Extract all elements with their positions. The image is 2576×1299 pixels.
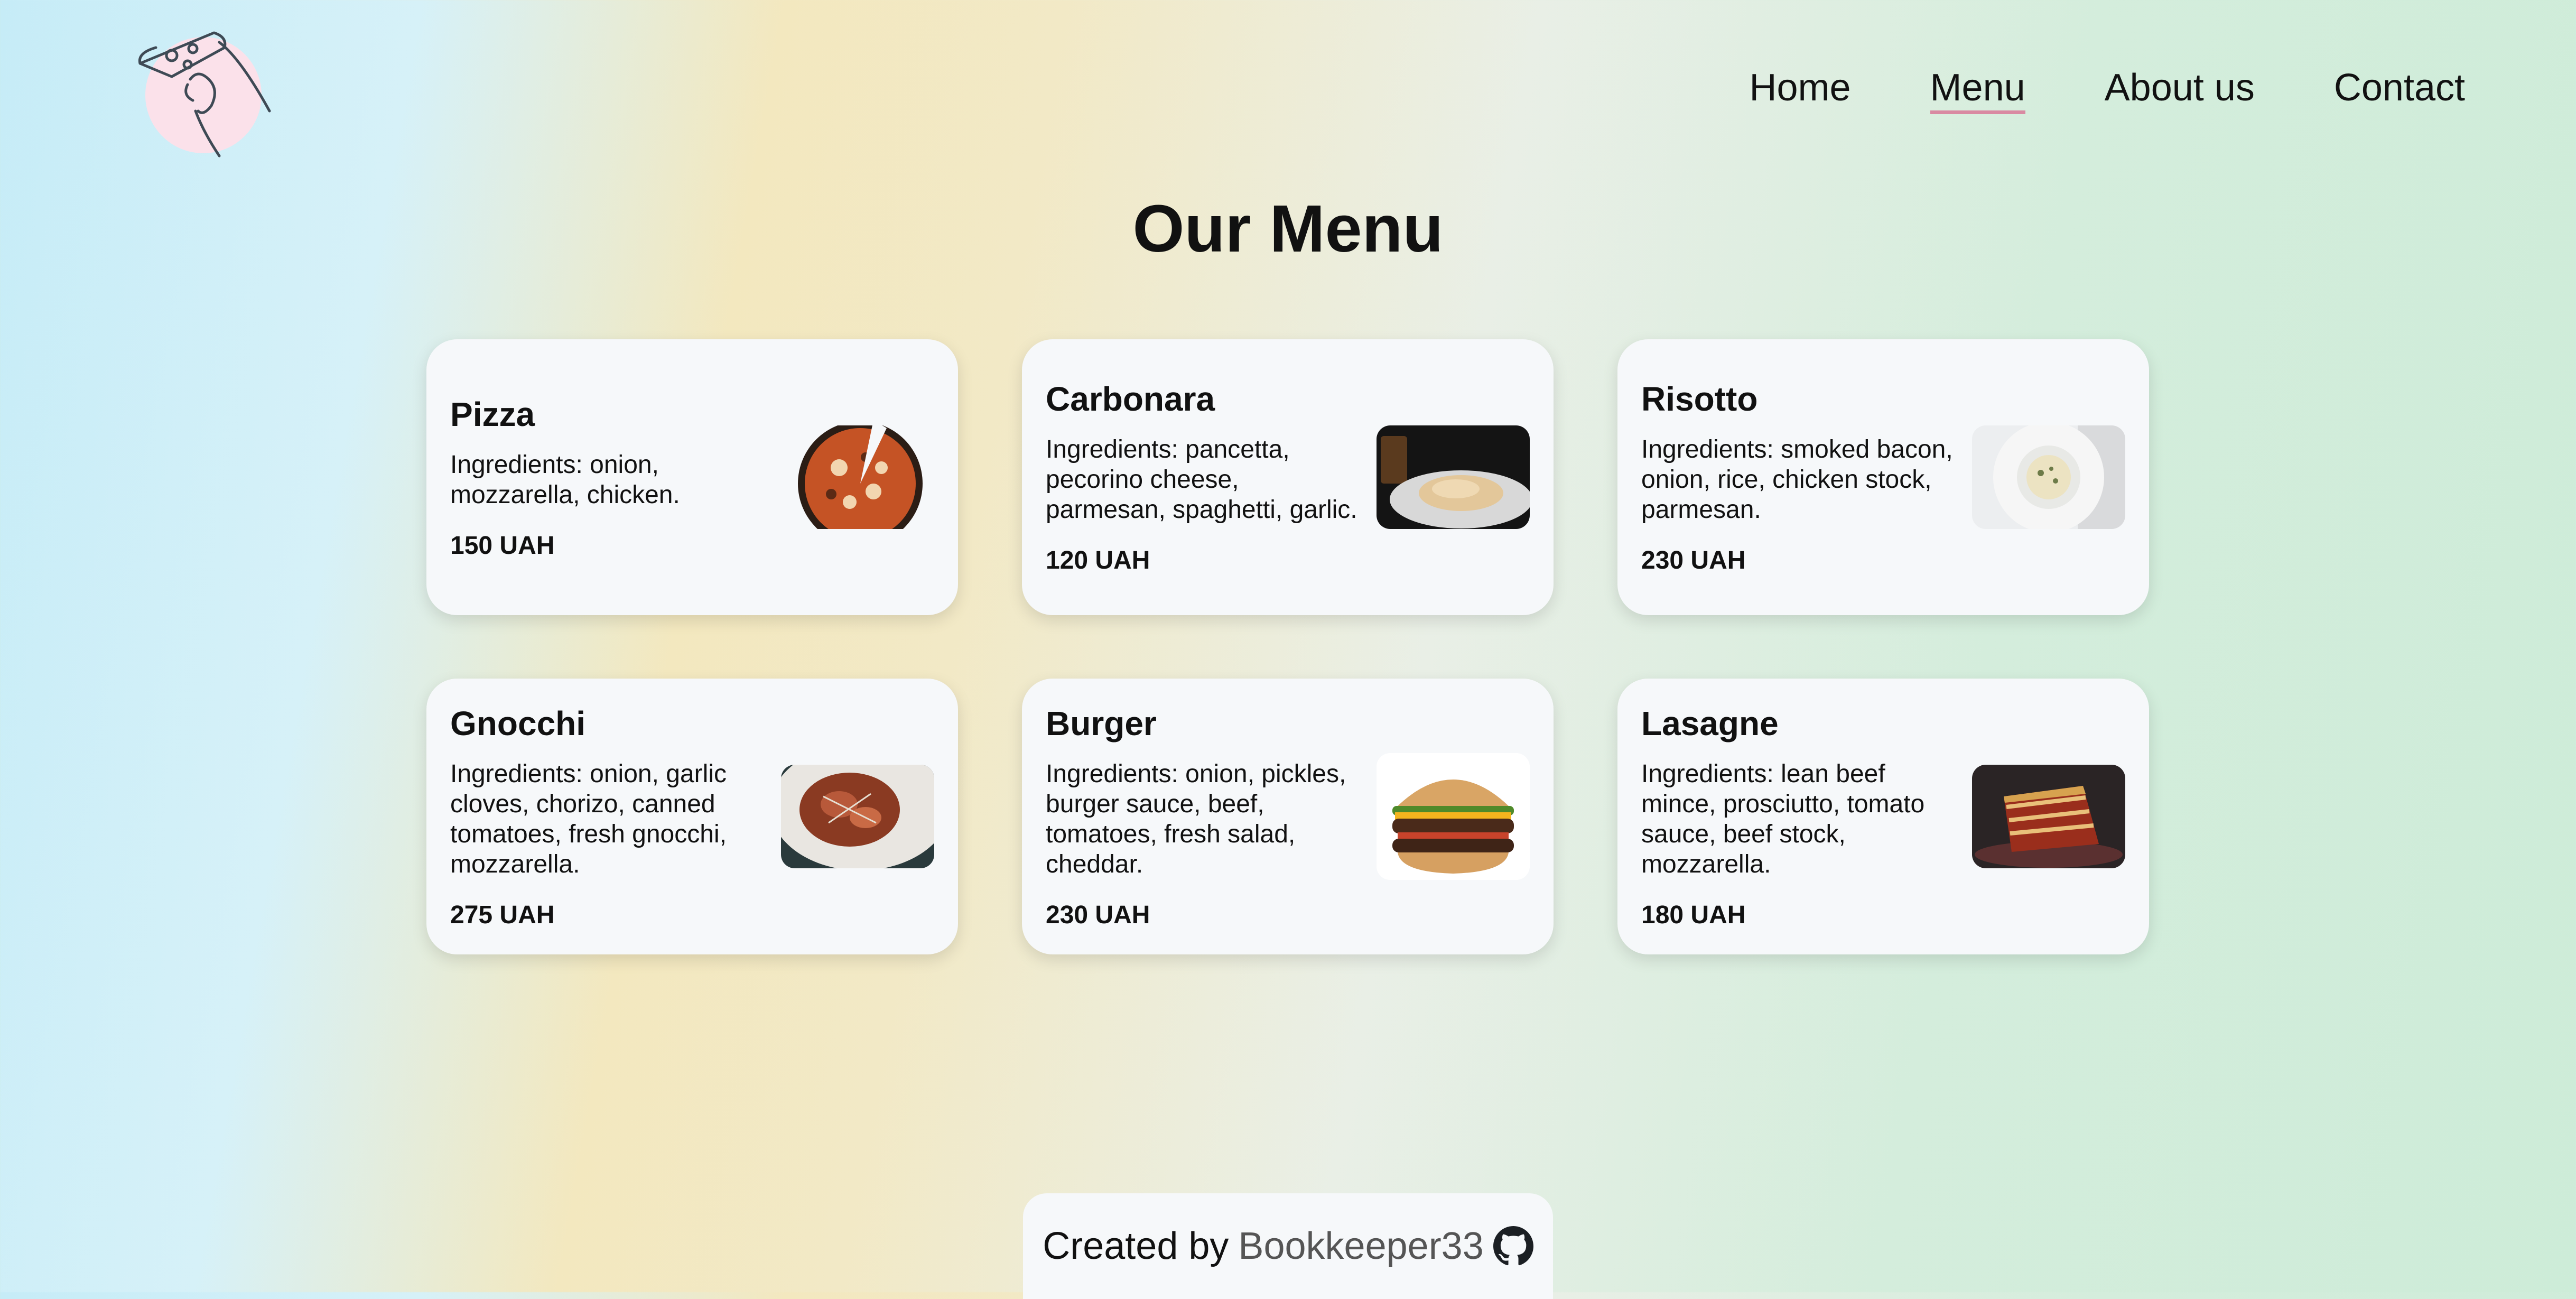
menu-card-risotto[interactable]: Risotto Ingredients: smoked bacon, onion… bbox=[1617, 339, 2149, 615]
card-info: Burger Ingredients: onion, pickles, burg… bbox=[1046, 704, 1366, 930]
dish-ingredients: Ingredients: onion, mozzarella, chicken. bbox=[450, 450, 680, 509]
dish-name: Lasagne bbox=[1641, 704, 1779, 743]
dish-ingredients: Ingredients: lean beef mince, prosciutto… bbox=[1641, 759, 1925, 878]
menu-card-carbonara[interactable]: Carbonara Ingredients: pancetta, pecorin… bbox=[1022, 339, 1554, 615]
nav-contact-link[interactable]: Contact bbox=[2334, 69, 2465, 114]
logo[interactable] bbox=[135, 26, 277, 159]
nav-about-link[interactable]: About us bbox=[2105, 69, 2255, 114]
github-icon[interactable] bbox=[1493, 1226, 1533, 1266]
dish-name: Risotto bbox=[1641, 380, 1758, 418]
page-title: Our Menu bbox=[1132, 191, 1444, 266]
dish-ingredients: Ingredients: onion, garlic cloves, chori… bbox=[450, 759, 727, 878]
pizza-image bbox=[781, 425, 934, 529]
card-info: Pizza Ingredients: onion, mozzarella, ch… bbox=[450, 395, 770, 560]
dish-ingredients: Ingredients: smoked bacon, onion, rice, … bbox=[1641, 435, 1953, 524]
nav-menu-link[interactable]: Menu bbox=[1930, 69, 2025, 114]
menu-card-burger[interactable]: Burger Ingredients: onion, pickles, burg… bbox=[1022, 679, 1554, 954]
dish-name: Carbonara bbox=[1046, 380, 1215, 418]
menu-card-pizza[interactable]: Pizza Ingredients: onion, mozzarella, ch… bbox=[426, 339, 958, 615]
footer: Created by Bookkeeper33 bbox=[1023, 1193, 1553, 1299]
card-info: Gnocchi Ingredients: onion, garlic clove… bbox=[450, 704, 770, 930]
burger-image bbox=[1377, 753, 1530, 880]
dish-price: 230 UAH bbox=[1641, 546, 1746, 574]
footer-author-link[interactable]: Bookkeeper33 bbox=[1238, 1224, 1483, 1268]
dish-price: 150 UAH bbox=[450, 531, 555, 560]
footer-lead-text: Created by bbox=[1043, 1225, 1229, 1267]
carbonara-image bbox=[1377, 425, 1530, 529]
menu-grid: Pizza Ingredients: onion, mozzarella, ch… bbox=[426, 339, 2149, 954]
dish-name: Gnocchi bbox=[450, 704, 586, 743]
card-info: Risotto Ingredients: smoked bacon, onion… bbox=[1641, 379, 1961, 575]
lasagne-image bbox=[1972, 765, 2125, 868]
dish-price: 180 UAH bbox=[1641, 901, 1746, 929]
gnocchi-image bbox=[781, 765, 934, 868]
nav-home-link[interactable]: Home bbox=[1749, 69, 1850, 114]
dish-price: 120 UAH bbox=[1046, 546, 1150, 574]
risotto-image bbox=[1972, 425, 2125, 529]
menu-card-lasagne[interactable]: Lasagne Ingredients: lean beef mince, pr… bbox=[1617, 679, 2149, 954]
main-nav: Home Menu About us Contact bbox=[1749, 69, 2465, 114]
pizza-hand-logo-icon bbox=[138, 31, 271, 157]
dish-name: Burger bbox=[1046, 704, 1157, 743]
dish-price: 230 UAH bbox=[1046, 901, 1150, 929]
dish-price: 275 UAH bbox=[450, 901, 555, 929]
dish-ingredients: Ingredients: pancetta, pecorino cheese, … bbox=[1046, 435, 1357, 524]
menu-card-gnocchi[interactable]: Gnocchi Ingredients: onion, garlic clove… bbox=[426, 679, 958, 954]
card-info: Carbonara Ingredients: pancetta, pecorin… bbox=[1046, 379, 1366, 575]
dish-name: Pizza bbox=[450, 395, 535, 433]
card-info: Lasagne Ingredients: lean beef mince, pr… bbox=[1641, 704, 1961, 930]
dish-ingredients: Ingredients: onion, pickles, burger sauc… bbox=[1046, 759, 1346, 878]
